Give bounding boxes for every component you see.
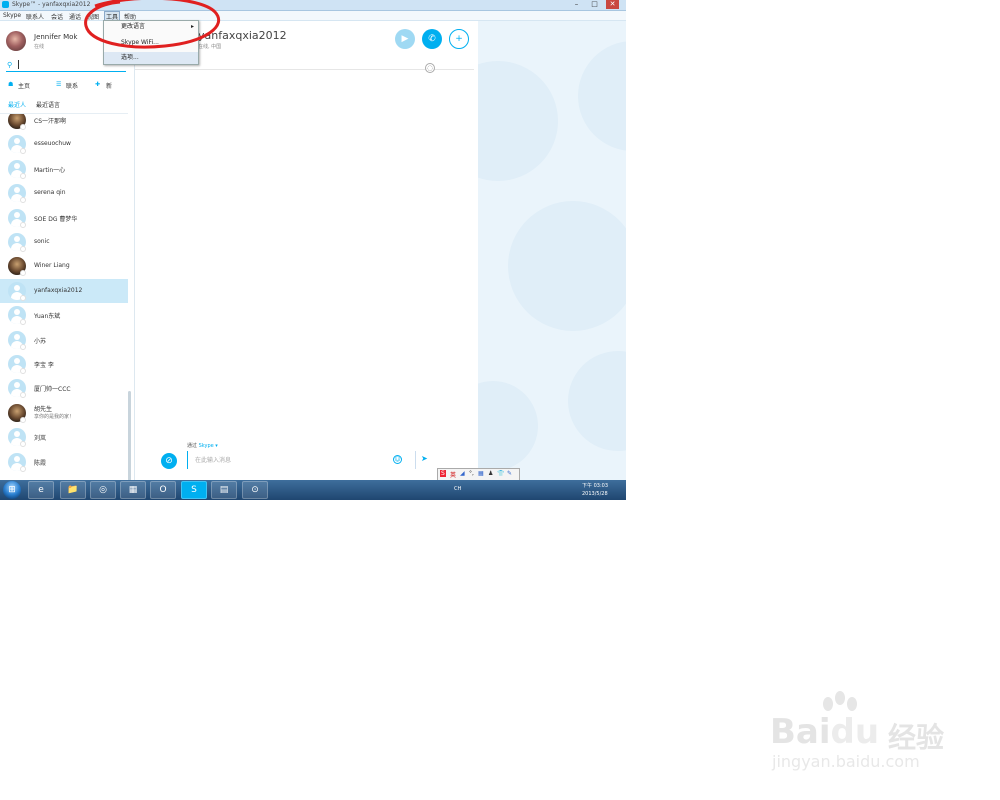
baidu-jingyan-watermark: Baidu 经验 jingyan.baidu.com bbox=[770, 690, 960, 780]
screenshot-frame: Skype™ - yanfaxqxia2012 – □ ✕ Skype 联系人 … bbox=[0, 0, 626, 500]
taskbar-ie-icon[interactable]: e bbox=[28, 481, 54, 499]
clock-time[interactable]: 下午 03:03 bbox=[582, 482, 608, 489]
taskbar-excel-icon[interactable]: ▤ bbox=[211, 481, 237, 499]
taskbar-outlook-icon[interactable]: O bbox=[150, 481, 176, 499]
ime-item[interactable]: 英 bbox=[450, 470, 456, 479]
ime-item[interactable]: 👕 bbox=[497, 470, 504, 477]
system-tray: CH 下午 03:03 2013/5/28 bbox=[452, 480, 626, 500]
watermark-brand-cn: 经验 bbox=[888, 721, 945, 754]
watermark-url: jingyan.baidu.com bbox=[772, 752, 920, 771]
input-language-indicator[interactable]: CH bbox=[454, 486, 461, 492]
ime-item[interactable]: ▦ bbox=[478, 470, 484, 477]
ime-item[interactable]: °, bbox=[469, 470, 474, 477]
taskbar-explorer-icon[interactable]: 📁 bbox=[60, 481, 86, 499]
ime-item[interactable]: ♟ bbox=[488, 470, 493, 477]
clock-date[interactable]: 2013/5/28 bbox=[582, 491, 608, 497]
taskbar-app-icon[interactable]: ▦ bbox=[120, 481, 146, 499]
taskbar-chrome-icon[interactable]: ◎ bbox=[90, 481, 116, 499]
watermark-brand: Baidu bbox=[770, 712, 880, 752]
taskbar-skype-icon[interactable]: S bbox=[181, 481, 207, 499]
ime-item[interactable]: ◢ bbox=[460, 470, 465, 477]
ime-item[interactable]: S bbox=[440, 470, 446, 477]
taskbar-app-icon[interactable]: ⊙ bbox=[242, 481, 268, 499]
start-button[interactable]: ⊞ bbox=[3, 481, 21, 499]
windows-taskbar: ⊞ e 📁 ◎ ▦ O S ▤ ⊙ CH 下午 03:03 2013/5/28 bbox=[0, 480, 626, 500]
red-annotation-ellipse bbox=[84, 0, 221, 49]
ime-item[interactable]: ✎ bbox=[507, 470, 512, 477]
